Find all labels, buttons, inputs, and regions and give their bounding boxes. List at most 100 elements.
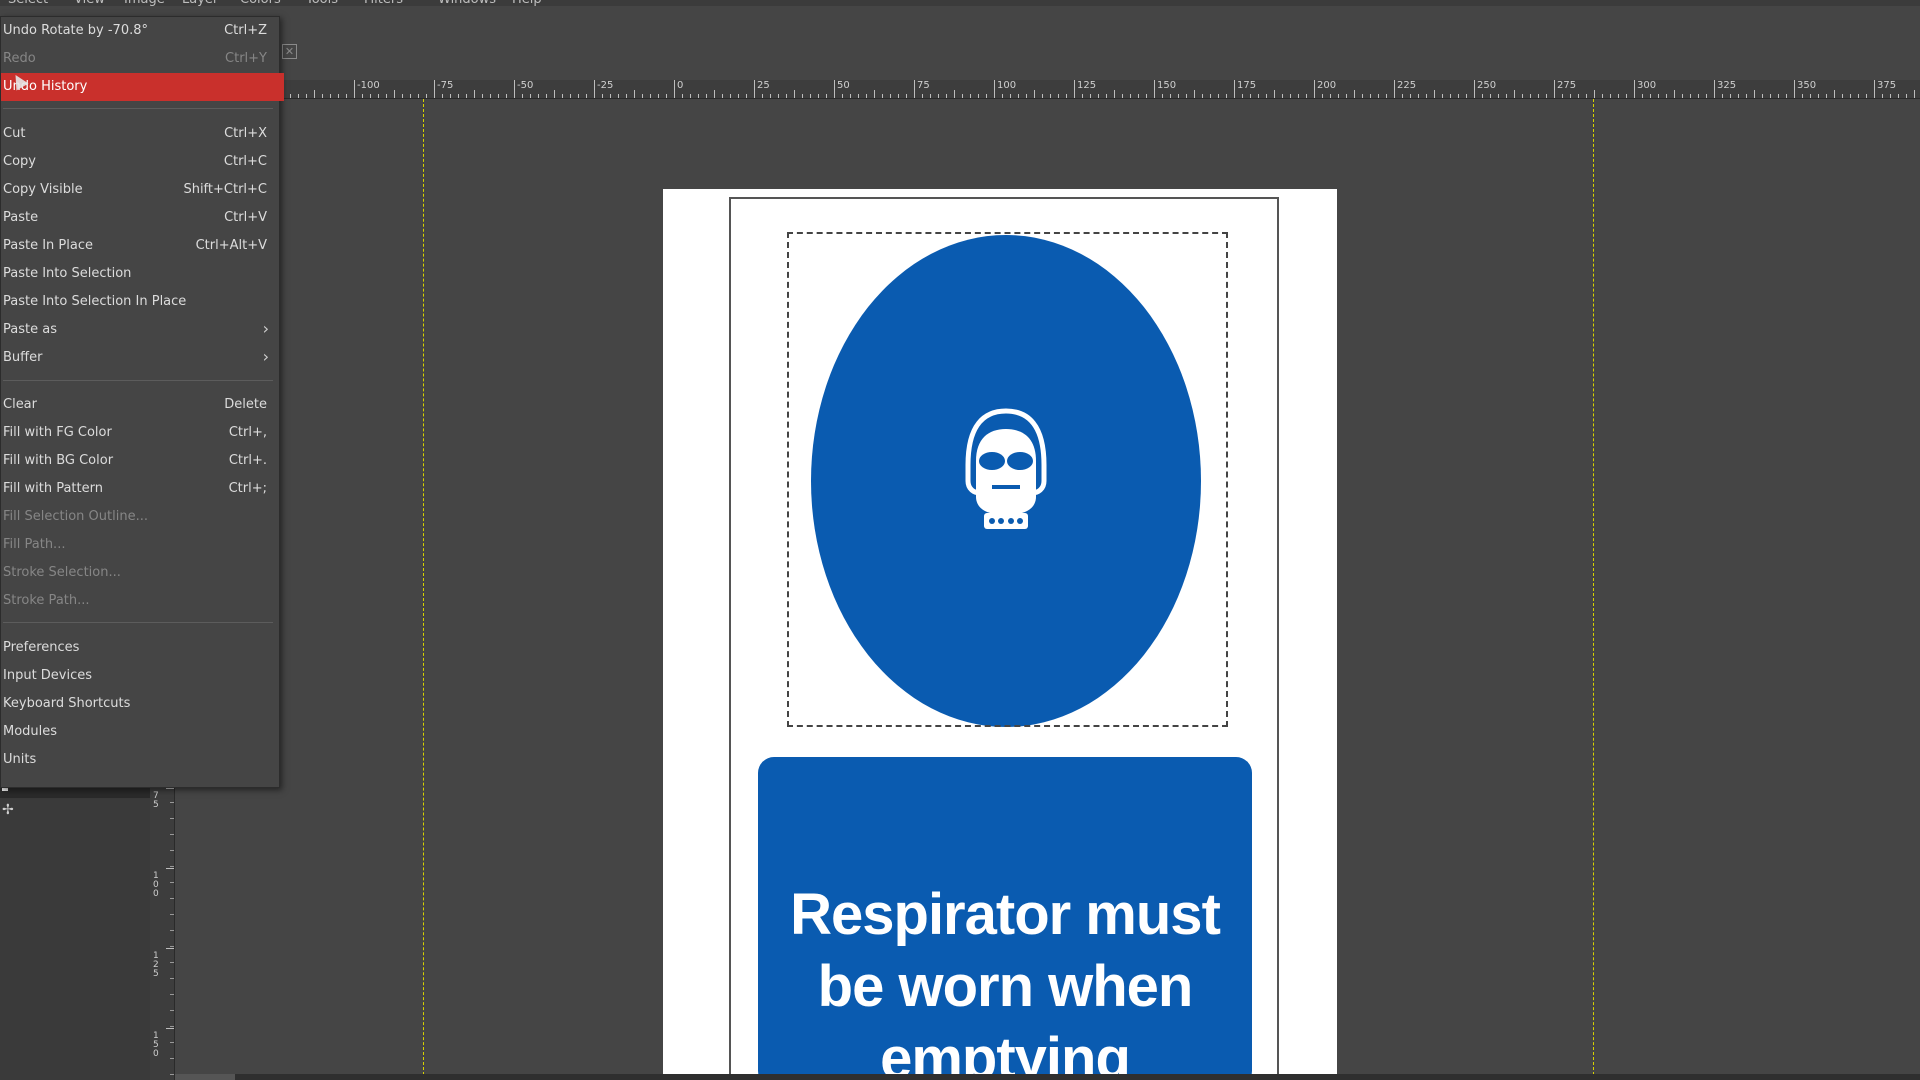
ruler-minor-tick <box>1218 94 1219 98</box>
menu-item-label: Fill with FG Color <box>3 425 112 440</box>
vertical-guide-left[interactable] <box>423 99 424 1080</box>
menu-item-fill-fg[interactable]: Fill with FG Color Ctrl+, <box>1 419 279 447</box>
move-tool-icon[interactable]: ✢ <box>2 802 14 818</box>
ruler-minor-tick <box>490 94 491 98</box>
menu-item-undo[interactable]: Undo Rotate by -70.8° Ctrl+Z <box>1 17 279 45</box>
ruler-minor-tick <box>634 90 635 98</box>
ruler-minor-tick <box>1610 94 1611 98</box>
ruler-minor-tick <box>1306 94 1307 98</box>
ruler-minor-tick <box>586 94 587 98</box>
ruler-minor-tick <box>170 994 174 995</box>
ruler-minor-tick <box>882 94 883 98</box>
ruler-major-tick <box>166 788 174 789</box>
sign-text: Respirator must be worn when emptying <box>790 882 1221 1080</box>
ruler-label: -75 <box>437 80 454 91</box>
ruler-minor-tick <box>1842 94 1843 98</box>
ruler-minor-tick <box>690 94 691 98</box>
menu-item-stroke-selection[interactable]: Stroke Selection... <box>1 559 279 587</box>
horizontal-scrollbar[interactable] <box>175 1074 1920 1080</box>
ruler-minor-tick <box>914 90 915 98</box>
menu-item-undo-history[interactable]: Undo History <box>1 73 284 101</box>
ruler-minor-tick <box>930 94 931 98</box>
ruler-minor-tick <box>1770 94 1771 98</box>
menu-item-clear[interactable]: Clear Delete <box>1 391 279 419</box>
menu-item-paste-into-selection-in-place[interactable]: Paste Into Selection In Place <box>1 288 279 316</box>
ruler-minor-tick <box>290 94 291 98</box>
menu-item-fill-pattern[interactable]: Fill with Pattern Ctrl+; <box>1 475 279 503</box>
scrollbar-thumb[interactable] <box>175 1074 235 1080</box>
ruler-minor-tick <box>1698 94 1699 98</box>
ruler-minor-tick <box>978 94 979 98</box>
ruler-minor-tick <box>1514 90 1515 98</box>
menu-item-paste-as[interactable]: Paste as › <box>1 316 279 344</box>
ruler-minor-tick <box>1826 94 1827 98</box>
menu-item-keyboard-shortcuts[interactable]: Keyboard Shortcuts <box>1 690 279 718</box>
menu-item-input-devices[interactable]: Input Devices <box>1 662 279 690</box>
menu-item-cut[interactable]: Cut Ctrl+X <box>1 120 279 148</box>
ruler-minor-tick <box>1474 90 1475 98</box>
menu-item-units[interactable]: Units <box>1 746 279 774</box>
menu-item-label: Modules <box>3 724 58 739</box>
ruler-minor-tick <box>786 94 787 98</box>
ruler-minor-tick <box>1866 94 1867 98</box>
menu-item-paste[interactable]: Paste Ctrl+V <box>1 204 279 232</box>
ruler-minor-tick <box>1418 94 1419 98</box>
ruler-major-tick <box>166 1028 174 1029</box>
menu-item-copy[interactable]: Copy Ctrl+C <box>1 148 279 176</box>
ruler-label: 350 <box>1797 80 1817 91</box>
menu-item-fill-path[interactable]: Fill Path... <box>1 531 279 559</box>
ruler-minor-tick <box>674 90 675 98</box>
menu-item-fill-selection-outline[interactable]: Fill Selection Outline... <box>1 503 279 531</box>
ruler-label: -50 <box>517 80 534 91</box>
ruler-minor-tick <box>1002 94 1003 98</box>
ruler-minor-tick <box>170 946 174 947</box>
sign-text-panel: Respirator must be worn when emptying <box>758 757 1252 1080</box>
ruler-minor-tick <box>474 90 475 98</box>
menu-item-label: Paste as <box>3 322 57 337</box>
ruler-minor-tick <box>170 978 174 979</box>
ruler-minor-tick <box>1050 94 1051 98</box>
image-canvas[interactable]: Respirator must be worn when emptying <box>175 99 1920 1080</box>
ruler-minor-tick <box>514 90 515 98</box>
ruler-minor-tick <box>1370 94 1371 98</box>
ruler-label: 75 <box>153 791 159 810</box>
menu-item-paste-in-place[interactable]: Paste In Place Ctrl+Alt+V <box>1 232 279 260</box>
ruler-minor-tick <box>602 94 603 98</box>
ruler-minor-tick <box>762 94 763 98</box>
menu-item-label: Paste Into Selection <box>3 266 132 281</box>
menu-item-preferences[interactable]: Preferences <box>1 634 279 662</box>
ruler-minor-tick <box>1322 94 1323 98</box>
ruler-minor-tick <box>170 850 174 851</box>
ruler-minor-tick <box>1274 90 1275 98</box>
ruler-minor-tick <box>1626 94 1627 98</box>
menu-item-modules[interactable]: Modules <box>1 718 279 746</box>
menu-item-redo[interactable]: Redo Ctrl+Y <box>1 45 279 73</box>
menu-item-fill-bg[interactable]: Fill with BG Color Ctrl+. <box>1 447 279 475</box>
ruler-minor-tick <box>866 94 867 98</box>
menu-item-stroke-path[interactable]: Stroke Path... <box>1 587 279 615</box>
ruler-minor-tick <box>1330 94 1331 98</box>
ruler-minor-tick <box>322 94 323 98</box>
ruler-minor-tick <box>1410 94 1411 98</box>
selection-marquee[interactable] <box>787 232 1228 727</box>
menu-item-copy-visible[interactable]: Copy Visible Shift+Ctrl+C <box>1 176 279 204</box>
close-tab-icon[interactable]: ✕ <box>282 44 297 59</box>
ruler-minor-tick <box>834 90 835 98</box>
ruler-minor-tick <box>170 818 174 819</box>
ruler-minor-tick <box>1298 94 1299 98</box>
ruler-minor-tick <box>1018 94 1019 98</box>
ruler-minor-tick <box>794 90 795 98</box>
ruler-minor-tick <box>482 94 483 98</box>
ruler-minor-tick <box>1834 90 1835 98</box>
ruler-label: 375 <box>1877 80 1897 91</box>
ruler-minor-tick <box>1746 94 1747 98</box>
ruler-minor-tick <box>1290 94 1291 98</box>
ruler-minor-tick <box>338 94 339 98</box>
menu-item-buffer[interactable]: Buffer › <box>1 344 279 372</box>
ruler-minor-tick <box>434 90 435 98</box>
vertical-guide-right[interactable] <box>1593 99 1594 1080</box>
ruler-minor-tick <box>1906 94 1907 98</box>
ruler-minor-tick <box>378 94 379 98</box>
horizontal-ruler[interactable]: -100 -75 -50 -25 0 25 50 75 100 125 150 175 200 225 25… <box>280 80 1920 99</box>
menu-item-paste-into-selection[interactable]: Paste Into Selection <box>1 260 279 288</box>
